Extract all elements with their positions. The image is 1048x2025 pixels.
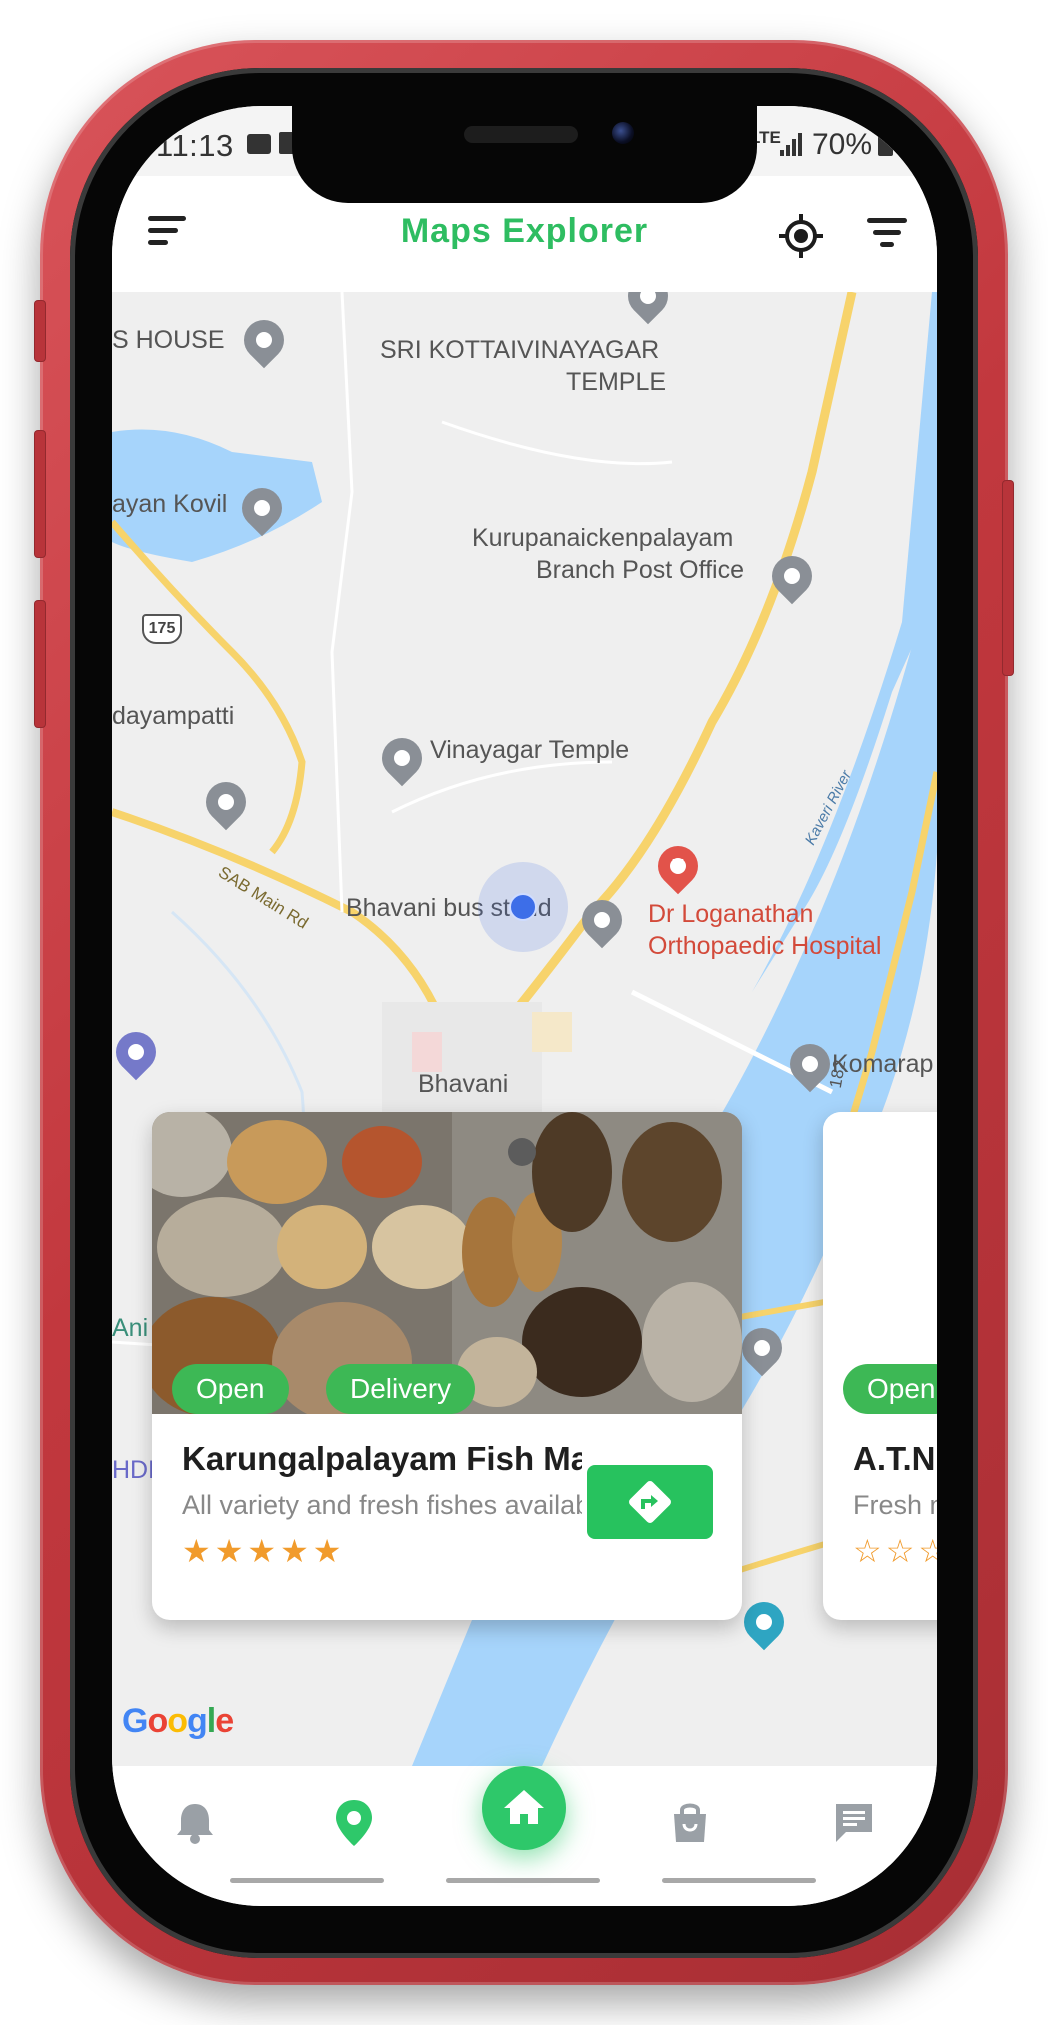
my-location-icon[interactable] [777, 212, 825, 260]
map-label-kovil: ayan Kovil [112, 490, 228, 518]
directions-icon [629, 1481, 671, 1523]
gesture-bar-left [230, 1878, 384, 1883]
map-label-kottaivinayagar-2: TEMPLE [566, 368, 667, 396]
front-camera [612, 122, 634, 144]
google-attribution: Google [122, 1702, 234, 1740]
gesture-bar-right [662, 1878, 816, 1883]
power-button [1002, 480, 1014, 676]
directions-button[interactable] [587, 1465, 713, 1539]
gesture-bar-center [446, 1878, 600, 1883]
battery-percentage: 70% [812, 128, 873, 161]
map-label-village: dayampatti [112, 702, 235, 730]
rating-stars: ★★★★★ [182, 1533, 346, 1569]
rating-stars: ☆☆☆ [853, 1533, 937, 1569]
volume-down-button [34, 600, 46, 728]
map-label-ani: Ani [112, 1314, 149, 1342]
hospital-glyph-icon: H [671, 856, 685, 876]
volume-up-button [34, 430, 46, 558]
place-description: Fresh m [853, 1490, 937, 1520]
map-label-town: Bhavani [418, 1070, 509, 1098]
signal-icon [780, 132, 806, 156]
notifications-icon[interactable] [165, 1792, 225, 1852]
map-label-hospital: Dr Loganathan [648, 900, 814, 928]
delivery-chip: Delivery [326, 1364, 476, 1414]
location-icon[interactable] [324, 1792, 384, 1852]
map-label-vinayagar: Vinayagar Temple [430, 736, 630, 764]
home-button[interactable] [482, 1766, 566, 1850]
map-label-post-office: Kurupanaickenpalayam [472, 524, 734, 552]
open-chip: Open [843, 1364, 937, 1414]
phone-screen: 11:13 LTE 70% Maps Explorer S HOUSE SRI … [112, 106, 937, 1906]
message-notification-icon [247, 134, 271, 154]
earpiece-speaker [464, 126, 578, 143]
map-label-kottaivinayagar: SRI KOTTAIVINAYAGAR [380, 336, 660, 364]
map-label-komarapalayam: Komarap [832, 1050, 934, 1078]
battery-icon [878, 130, 893, 156]
highway-shield: 175 [142, 614, 182, 644]
current-location-dot [509, 893, 537, 921]
place-title: A.T.N [853, 1440, 936, 1477]
place-description: All variety and fresh fishes available [182, 1490, 582, 1520]
map-label-hospital-2: Orthopaedic Hospital [648, 932, 882, 960]
status-time: 11:13 [156, 128, 234, 163]
place-title: Karungalpalayam Fish Market [182, 1440, 582, 1477]
map-label-post-office-2: Branch Post Office [536, 556, 744, 584]
open-chip: Open [172, 1364, 289, 1414]
current-location-marker [478, 862, 568, 952]
shopping-bag-icon[interactable] [660, 1792, 720, 1852]
map-label-house: S HOUSE [112, 326, 225, 354]
silent-switch [34, 300, 46, 362]
chat-icon[interactable] [824, 1792, 884, 1852]
phone-notch [292, 106, 757, 203]
home-icon [504, 1790, 544, 1824]
place-card[interactable]: Open Delivery Karungalpalayam Fish Marke… [152, 1112, 742, 1620]
filter-icon[interactable] [867, 218, 909, 252]
bottom-navigation [112, 1766, 937, 1906]
place-card[interactable]: Open A.T.N Fresh m ☆☆☆ [823, 1112, 937, 1620]
